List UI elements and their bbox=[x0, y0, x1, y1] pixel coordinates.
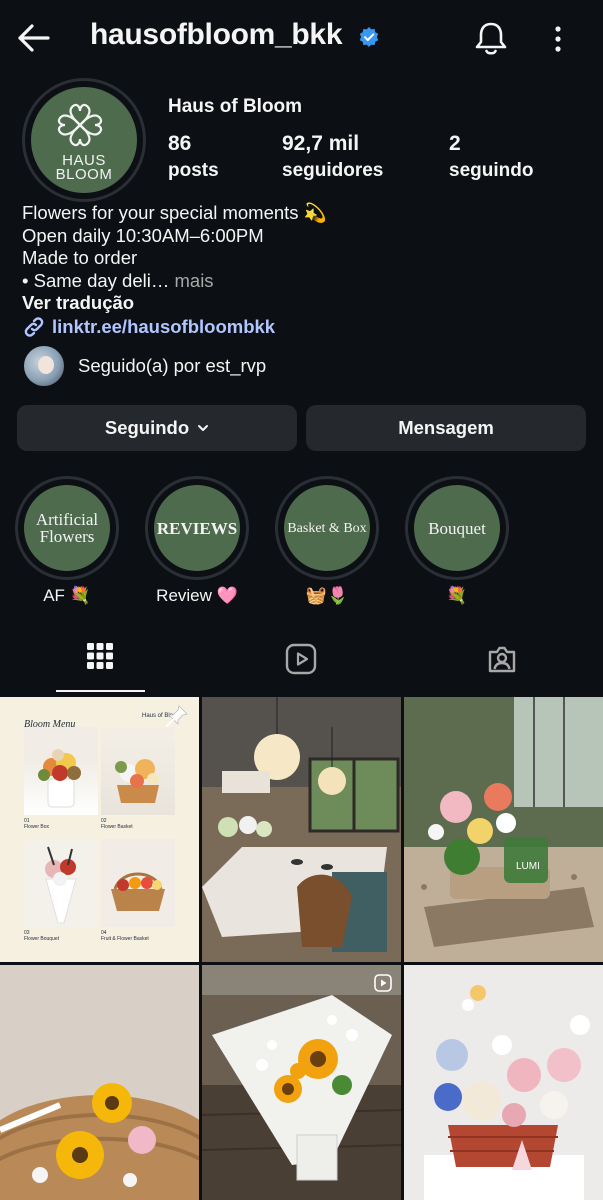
message-button-label: Mensagem bbox=[398, 417, 494, 438]
link-icon bbox=[24, 317, 44, 337]
menu-item-name: Flower Bouquet bbox=[24, 936, 60, 942]
bio-line: Made to order bbox=[22, 247, 138, 268]
highlight-cover: REVIEWS bbox=[154, 485, 240, 571]
highlight-ring: Artificial Flowers bbox=[15, 476, 119, 580]
menu-caption: 01 Flower Box bbox=[24, 818, 49, 830]
profile-avatar-ring[interactable]: HAUS BLOOM bbox=[22, 78, 146, 202]
highlight-cover: Bouquet bbox=[414, 485, 500, 571]
reels-icon bbox=[285, 643, 317, 675]
more-options-icon[interactable] bbox=[543, 22, 573, 56]
post-tile-menu[interactable]: Bloom Menu Haus of Bloom 01 Flower Box 02… bbox=[0, 697, 199, 962]
menu-photo-flower-box bbox=[24, 727, 98, 815]
clover-logo-icon bbox=[57, 103, 103, 147]
tab-tagged[interactable] bbox=[402, 628, 602, 694]
highlight-ring: REVIEWS bbox=[145, 476, 249, 580]
story-highlight-af[interactable]: Artificial Flowers AF 💐 bbox=[14, 476, 120, 606]
story-highlight-bouquet[interactable]: Bouquet 💐 bbox=[404, 476, 510, 606]
followers-label: seguidores bbox=[282, 160, 384, 181]
highlight-label: AF 💐 bbox=[43, 586, 91, 605]
highlight-cover: Artificial Flowers bbox=[24, 485, 110, 571]
menu-caption: 02 Flower Basket bbox=[101, 818, 133, 830]
profile-username: hausofbloom_bkk bbox=[90, 18, 343, 51]
follower-avatar bbox=[22, 344, 66, 388]
following-button-label: Seguindo bbox=[104, 417, 190, 438]
bio-line: Flowers for your special moments 💫 bbox=[22, 202, 327, 223]
post-tile-sunflower-basket[interactable] bbox=[0, 965, 199, 1200]
menu-caption: 04 Fruit & Flower Basket bbox=[101, 930, 149, 942]
followed-by-text: Seguido(a) por est_rvp bbox=[78, 355, 267, 376]
profile-avatar: HAUS BLOOM bbox=[31, 87, 137, 193]
following-label: seguindo bbox=[449, 160, 534, 181]
bio-more-link[interactable]: mais bbox=[175, 270, 214, 291]
profile-link[interactable]: linktr.ee/hausofbloombkk bbox=[22, 315, 275, 339]
reel-indicator-icon bbox=[374, 974, 392, 992]
tab-posts-grid[interactable] bbox=[0, 628, 200, 694]
menu-item-name: Fruit & Flower Basket bbox=[101, 936, 149, 942]
followers-stat[interactable]: 92,7 mil seguidores bbox=[282, 132, 383, 182]
menu-item-name: Flower Box bbox=[24, 824, 50, 830]
verified-badge-icon bbox=[358, 26, 380, 48]
post-tile-garden-flowers[interactable]: LUMI bbox=[404, 697, 603, 962]
chevron-down-icon bbox=[198, 425, 209, 431]
active-tab-indicator bbox=[56, 690, 145, 692]
message-button[interactable]: Mensagem bbox=[306, 405, 586, 451]
notification-bell-icon[interactable] bbox=[472, 18, 510, 58]
bio-line-truncated: • Same day deli… mais bbox=[22, 270, 327, 293]
highlight-ring: Basket & Box bbox=[275, 476, 379, 580]
highlight-ring: Bouquet bbox=[405, 476, 509, 580]
see-translation-link[interactable]: Ver tradução bbox=[22, 292, 134, 314]
highlight-label: 💐 bbox=[446, 586, 468, 605]
tagged-icon bbox=[488, 646, 516, 673]
followed-by-row[interactable]: Seguido(a) por est_rvp bbox=[22, 344, 266, 388]
tab-reels[interactable] bbox=[201, 628, 401, 694]
highlight-cover-text: Basket & Box bbox=[287, 520, 367, 536]
posts-stat[interactable]: 86 posts bbox=[168, 132, 219, 182]
profile-link-text: linktr.ee/hausofbloombkk bbox=[52, 316, 276, 337]
post-tile-rose-basket[interactable] bbox=[404, 965, 603, 1200]
grid-icon bbox=[87, 643, 113, 669]
bio-line-text: • Same day deli… bbox=[22, 269, 170, 291]
menu-caption: 03 Flower Bouquet bbox=[24, 930, 59, 942]
followers-count: 92,7 mil bbox=[282, 132, 360, 155]
highlight-label: 🧺🌷 bbox=[305, 586, 349, 605]
posts-count: 86 bbox=[168, 132, 192, 155]
highlight-cover-text: Bouquet bbox=[428, 518, 486, 538]
pinned-post-icon bbox=[165, 705, 188, 728]
story-highlight-review[interactable]: REVIEWS Review 🩷 bbox=[144, 476, 250, 606]
highlight-cover: Basket & Box bbox=[284, 485, 370, 571]
following-count: 2 bbox=[449, 132, 461, 155]
jar-label: LUMI bbox=[516, 861, 540, 872]
menu-item-name: Flower Basket bbox=[101, 824, 133, 830]
profile-bio: Flowers for your special moments 💫 Open … bbox=[22, 202, 327, 292]
story-highlight-basket-box[interactable]: Basket & Box 🧺🌷 bbox=[274, 476, 380, 606]
post-tile-sunflower-bouquet[interactable] bbox=[202, 965, 401, 1200]
menu-photo-flower-bouquet bbox=[24, 839, 98, 927]
back-arrow-icon[interactable] bbox=[14, 20, 54, 56]
highlight-cover-text: REVIEWS bbox=[156, 518, 238, 538]
highlight-label: Review 🩷 bbox=[156, 586, 238, 605]
menu-photo-flower-basket bbox=[101, 727, 175, 815]
highlight-cover-text: Flowers bbox=[39, 527, 95, 546]
avatar-logo-text-bloom: BLOOM bbox=[55, 166, 113, 183]
post-tile-dining-room[interactable] bbox=[202, 697, 401, 962]
bio-line: Open daily 10:30AM–6:00PM bbox=[22, 224, 264, 246]
posts-label: posts bbox=[168, 160, 219, 181]
profile-display-name: Haus of Bloom bbox=[168, 96, 303, 117]
menu-photo-fruit-flower-basket bbox=[101, 839, 175, 927]
top-bar: hausofbloom_bkk bbox=[0, 0, 603, 78]
following-stat[interactable]: 2 seguindo bbox=[449, 132, 533, 182]
following-button[interactable]: Seguindo bbox=[17, 405, 297, 451]
